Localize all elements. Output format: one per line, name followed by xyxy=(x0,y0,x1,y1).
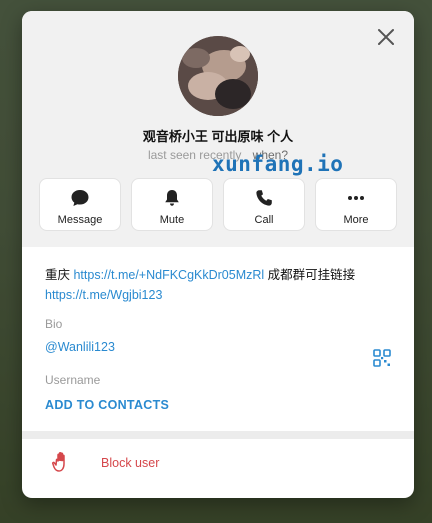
call-button[interactable]: Call xyxy=(223,178,305,231)
bio-link-profile[interactable]: https://t.me/Wgjbi123 xyxy=(45,288,162,302)
bio-text: 重庆 https://t.me/+NdFKCgKkDr05MzRl 成都群可挂链… xyxy=(45,265,395,305)
block-user-button[interactable]: Block user xyxy=(22,439,414,489)
message-button[interactable]: Message xyxy=(39,178,121,231)
mute-label: Mute xyxy=(159,214,185,226)
bell-icon xyxy=(161,187,183,209)
close-button[interactable] xyxy=(374,25,398,49)
avatar[interactable] xyxy=(178,36,258,116)
close-icon xyxy=(378,29,394,45)
block-user-label: Block user xyxy=(101,456,160,470)
avatar-photo xyxy=(178,36,258,116)
qr-code-icon[interactable] xyxy=(373,349,391,367)
username-label: Username xyxy=(45,373,101,387)
more-button[interactable]: More xyxy=(315,178,397,231)
more-label: More xyxy=(343,214,369,226)
bio-label: Bio xyxy=(45,317,63,331)
profile-header: 观音桥小王 可出原味 个人 last seen recently when? x… xyxy=(22,11,414,247)
add-to-contacts-button[interactable]: ADD TO CONTACTS xyxy=(45,398,169,412)
username-value[interactable]: @Wanlili123 xyxy=(45,340,115,354)
action-bar: Message Mute Call More xyxy=(39,178,397,231)
mute-button[interactable]: Mute xyxy=(131,178,213,231)
more-dots-icon xyxy=(345,187,367,209)
section-divider xyxy=(22,431,414,439)
user-info-dialog: 观音桥小王 可出原味 个人 last seen recently when? x… xyxy=(22,11,414,498)
watermark: xunfang.io xyxy=(212,152,344,176)
info-section: 重庆 https://t.me/+NdFKCgKkDr05MzRl 成都群可挂链… xyxy=(22,247,414,439)
bio-prefix: 重庆 xyxy=(45,268,74,282)
call-label: Call xyxy=(254,214,274,226)
phone-icon xyxy=(253,187,275,209)
bio-link-group[interactable]: https://t.me/+NdFKCgKkDr05MzRl xyxy=(73,268,264,282)
message-label: Message xyxy=(57,214,103,226)
hand-stop-icon xyxy=(49,451,69,473)
message-bubble-icon xyxy=(69,187,91,209)
profile-name: 观音桥小王 可出原味 个人 xyxy=(142,129,294,144)
bio-middle: 成都群可挂链接 xyxy=(264,268,356,282)
